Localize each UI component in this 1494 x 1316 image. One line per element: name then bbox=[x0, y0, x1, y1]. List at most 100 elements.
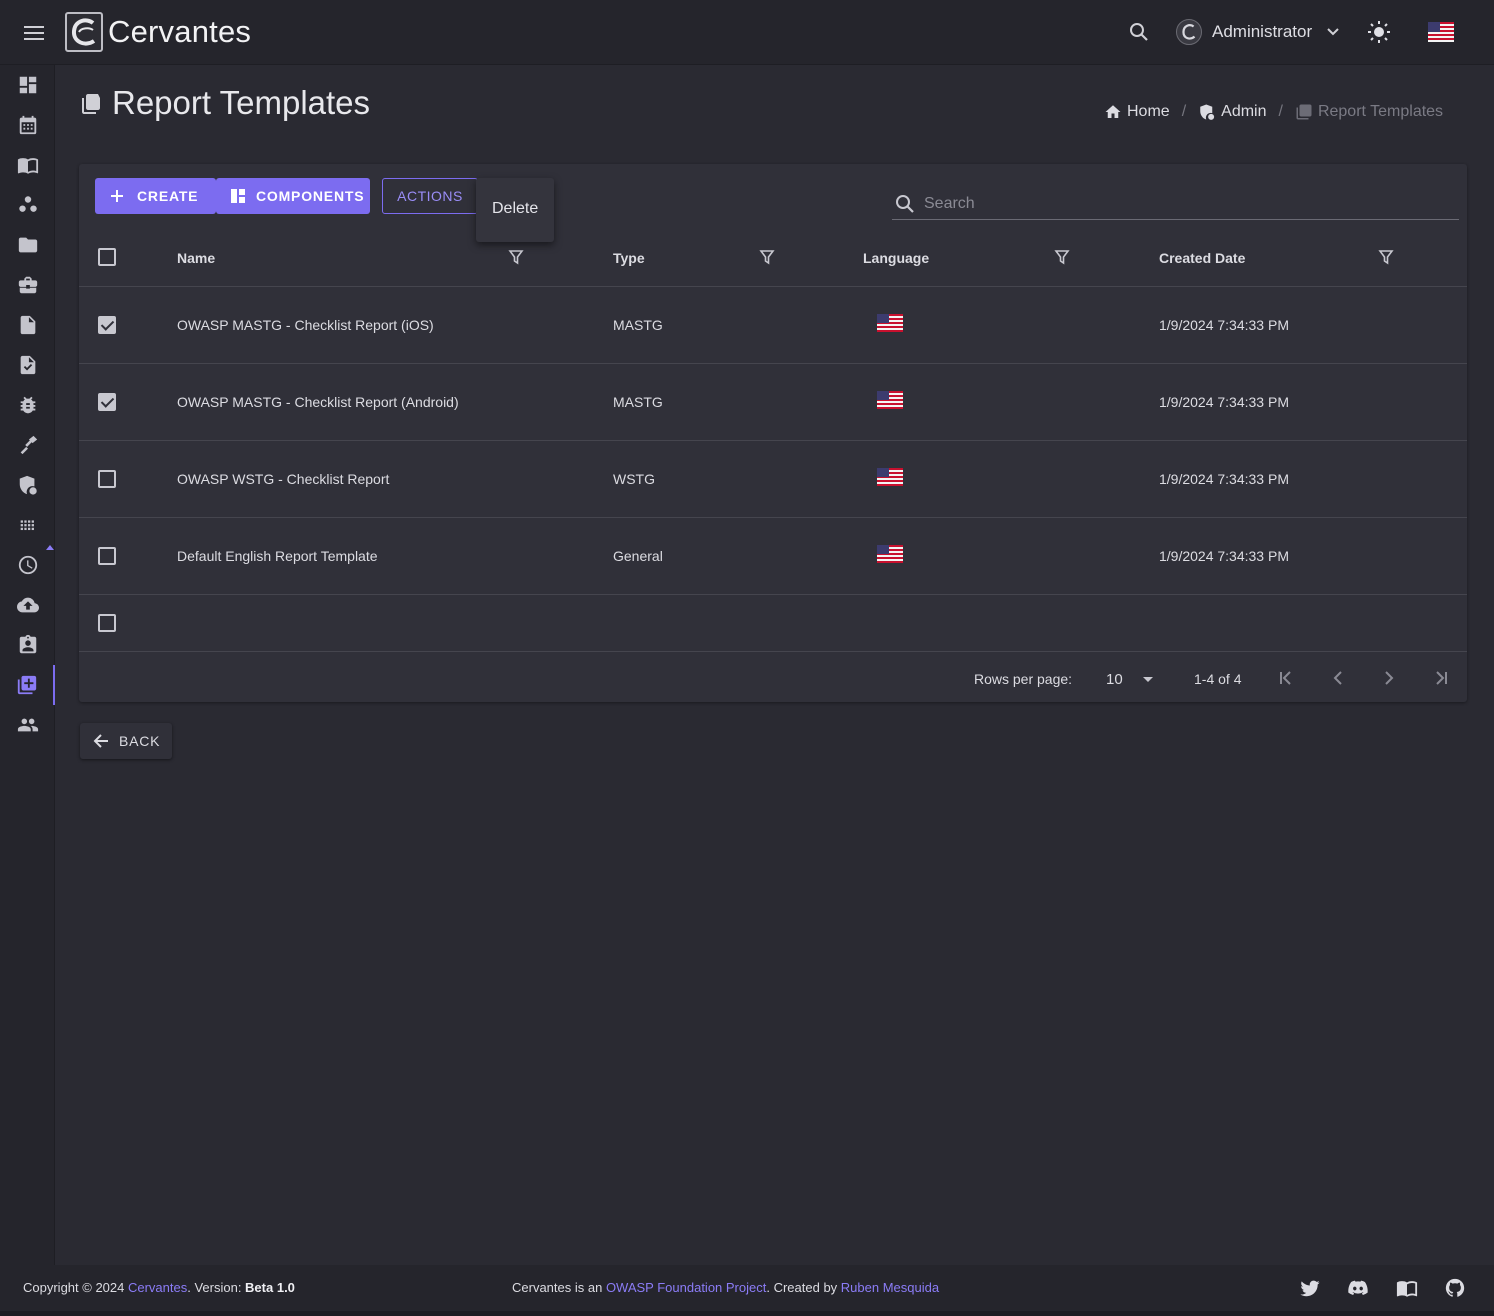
cloud-upload-icon bbox=[16, 597, 39, 613]
us-flag-icon bbox=[877, 314, 903, 332]
column-header-created-date[interactable]: Created Date bbox=[1159, 250, 1245, 266]
sidebar-item-apps[interactable] bbox=[0, 505, 55, 545]
user-avatar[interactable] bbox=[1176, 19, 1202, 45]
row-type: WSTG bbox=[613, 471, 655, 487]
sidebar-item-vault[interactable] bbox=[0, 145, 55, 185]
sidebar-item-dashboard[interactable] bbox=[0, 65, 55, 105]
caret-down-icon[interactable] bbox=[1143, 677, 1153, 682]
column-header-type[interactable]: Type bbox=[613, 250, 645, 266]
sidebar-item-vulns[interactable] bbox=[0, 385, 55, 425]
table-row[interactable]: OWASP MASTG - Checklist Report (Android)… bbox=[79, 364, 1467, 441]
breadcrumb-admin[interactable]: Admin bbox=[1198, 103, 1267, 121]
owasp-link[interactable]: OWASP Foundation Project bbox=[606, 1280, 766, 1295]
row-checkbox[interactable] bbox=[98, 614, 116, 632]
last-page-icon[interactable] bbox=[1430, 667, 1452, 689]
us-flag-icon bbox=[877, 545, 903, 563]
column-header-name[interactable]: Name bbox=[177, 250, 215, 266]
row-created-date: 1/9/2024 7:34:33 PM bbox=[1159, 394, 1289, 410]
sidebar-item-report-templates[interactable] bbox=[0, 665, 55, 705]
row-type: MASTG bbox=[613, 394, 663, 410]
components-button-label: COMPONENTS bbox=[256, 188, 365, 204]
pagination: Rows per page: 10 1-4 of 4 bbox=[79, 652, 1467, 702]
version-prefix: . Version: bbox=[187, 1280, 246, 1295]
breadcrumb-current: Report Templates bbox=[1295, 103, 1443, 121]
breadcrumb-home[interactable]: Home bbox=[1104, 103, 1170, 121]
row-checkbox[interactable] bbox=[98, 470, 116, 488]
discord-icon[interactable] bbox=[1347, 1277, 1369, 1299]
filter-icon[interactable] bbox=[1054, 249, 1070, 265]
components-icon bbox=[231, 189, 245, 203]
chevron-down-icon[interactable] bbox=[1325, 24, 1341, 40]
select-all-checkbox[interactable] bbox=[98, 248, 116, 266]
back-button[interactable]: BACK bbox=[80, 723, 172, 759]
row-checkbox[interactable] bbox=[98, 393, 116, 411]
filter-icon[interactable] bbox=[1378, 249, 1394, 265]
table-row[interactable]: OWASP WSTG - Checklist Report WSTG 1/9/2… bbox=[79, 441, 1467, 518]
sun-icon[interactable] bbox=[1366, 19, 1392, 45]
sidebar-item-logs[interactable] bbox=[0, 545, 55, 585]
next-page-icon[interactable] bbox=[1378, 667, 1400, 689]
github-icon[interactable] bbox=[1444, 1277, 1466, 1299]
grid-icon bbox=[20, 520, 34, 531]
actions-menu: Delete bbox=[476, 178, 554, 242]
row-type: General bbox=[613, 548, 663, 564]
row-checkbox[interactable] bbox=[98, 547, 116, 565]
sidebar-item-targets[interactable] bbox=[0, 425, 55, 465]
column-header-language[interactable]: Language bbox=[863, 250, 929, 266]
app-logo[interactable] bbox=[65, 12, 103, 52]
sidebar-item-projects[interactable] bbox=[0, 225, 55, 265]
author-link[interactable]: Ruben Mesquida bbox=[841, 1280, 939, 1295]
user-name[interactable]: Administrator bbox=[1212, 22, 1312, 42]
new-row bbox=[79, 595, 1467, 652]
book-icon[interactable] bbox=[1396, 1277, 1418, 1299]
twitter-icon[interactable] bbox=[1299, 1277, 1321, 1299]
us-flag-icon bbox=[877, 391, 903, 409]
filter-icon[interactable] bbox=[759, 249, 775, 265]
back-button-label: BACK bbox=[119, 733, 161, 749]
report-templates-icon bbox=[17, 675, 36, 695]
sidebar-item-tasks[interactable] bbox=[0, 345, 55, 385]
sidebar-item-calendar[interactable] bbox=[0, 105, 55, 145]
task-icon bbox=[20, 355, 35, 375]
sidebar-item-clients[interactable] bbox=[0, 185, 55, 225]
app-title: Cervantes bbox=[108, 14, 252, 49]
rows-per-page-select[interactable]: 10 bbox=[1106, 671, 1123, 688]
sidebar-item-workspace[interactable] bbox=[0, 265, 55, 305]
filter-icon[interactable] bbox=[508, 249, 524, 265]
create-button[interactable]: CREATE bbox=[95, 178, 216, 214]
contact-badge-icon bbox=[19, 634, 36, 654]
sidebar-item-users[interactable] bbox=[0, 705, 55, 745]
sidebar-item-documents[interactable] bbox=[0, 305, 55, 345]
credits-prefix: Cervantes is an bbox=[512, 1280, 606, 1295]
customers-icon bbox=[18, 196, 37, 212]
sidebar-item-backup[interactable] bbox=[0, 585, 55, 625]
page-range: 1-4 of 4 bbox=[1194, 671, 1242, 687]
brand-link[interactable]: Cervantes bbox=[128, 1280, 187, 1295]
search-input[interactable] bbox=[924, 192, 1444, 216]
components-button[interactable]: COMPONENTS bbox=[216, 178, 370, 214]
breadcrumb-separator: / bbox=[1278, 103, 1283, 120]
us-flag-icon[interactable] bbox=[1428, 22, 1454, 42]
previous-page-icon[interactable] bbox=[1327, 667, 1349, 689]
report-templates-icon bbox=[1296, 104, 1312, 120]
table-row[interactable]: Default English Report Template General … bbox=[79, 518, 1467, 595]
admin-shield-icon bbox=[1200, 104, 1215, 120]
sidebar-item-contacts[interactable] bbox=[0, 625, 55, 665]
table-row[interactable]: OWASP MASTG - Checklist Report (iOS) MAS… bbox=[79, 287, 1467, 364]
targets-icon bbox=[20, 435, 37, 455]
row-checkbox[interactable] bbox=[98, 316, 116, 334]
row-name: OWASP MASTG - Checklist Report (iOS) bbox=[177, 317, 434, 333]
sidebar-item-admin[interactable] bbox=[0, 465, 55, 505]
document-icon bbox=[20, 315, 35, 335]
first-page-icon[interactable] bbox=[1275, 667, 1297, 689]
clock-icon bbox=[18, 555, 37, 575]
users-icon bbox=[17, 718, 38, 732]
admin-shield-icon bbox=[19, 475, 37, 495]
us-flag-icon bbox=[877, 468, 903, 486]
dashboard-icon bbox=[19, 76, 36, 94]
search-icon[interactable] bbox=[1127, 20, 1151, 44]
report-templates-card: CREATE COMPONENTS ACTIONS Name Type Lang… bbox=[79, 164, 1467, 702]
menu-icon[interactable] bbox=[22, 22, 48, 44]
delete-menu-item[interactable]: Delete bbox=[492, 200, 538, 218]
actions-button[interactable]: ACTIONS bbox=[382, 178, 478, 214]
